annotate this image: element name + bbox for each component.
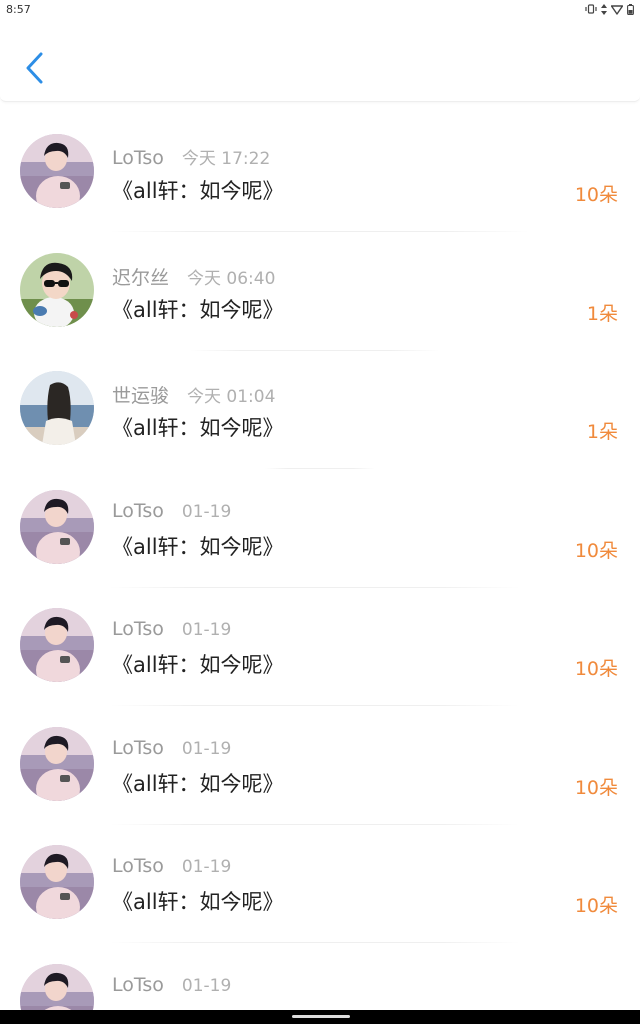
username[interactable]: LoTso [112,974,164,996]
work-title[interactable]: 《all轩：如今呢》 [112,531,284,561]
work-title[interactable]: 《all轩：如今呢》 [112,768,284,798]
username[interactable]: 迟尔丝 [112,263,169,290]
gift-amount: 10朵 [574,184,618,206]
status-icons [585,3,634,15]
gift-amount: 10朵 [574,539,618,562]
back-button[interactable] [18,48,52,88]
timestamp: 01-19 [181,857,232,877]
gift-amount: 1朵 [586,421,618,443]
work-title[interactable]: 《all轩：如今呢》 [112,649,284,679]
chevron-left-icon [26,52,43,84]
status-bar: 8:57 [0,0,640,20]
gift-record-row[interactable]: LoTso 今天 17:22 《all轩：如今呢》 10朵 [0,114,640,233]
gift-amount: 10朵 [574,776,618,799]
username[interactable]: LoTso [112,618,164,640]
record-meta: LoTso 01-19 [112,500,231,522]
data-transfer-icon [601,3,607,15]
wifi-icon [611,4,623,15]
gift-amount: 10朵 [574,895,618,917]
user-avatar[interactable] [20,845,94,919]
home-gesture-handle[interactable] [292,1015,350,1018]
username[interactable]: LoTso [112,737,164,759]
timestamp: 01-19 [181,501,232,522]
timestamp: 01-19 [181,975,232,996]
gift-record-row[interactable]: LoTso 01-19 《all轩：如今呢》 10朵 [0,470,640,589]
gift-amount: 10朵 [574,658,618,680]
timestamp: 01-19 [181,738,232,759]
record-meta: LoTso 01-19 [112,855,231,877]
username[interactable]: 世运骏 [112,381,169,408]
timestamp: 今天 01:04 [187,387,276,407]
work-title[interactable]: 《all轩：如今呢》 [112,886,284,916]
record-meta: LoTso 01-19 [112,737,231,759]
gift-record-row[interactable]: 世运骏 今天 01:04 《all轩：如今呢》 1朵 [0,351,640,470]
user-avatar[interactable] [20,726,94,801]
username[interactable]: LoTso [112,147,164,169]
timestamp: 今天 17:22 [181,149,271,169]
gift-record-row[interactable]: LoTso 01-19 《all轩：如今呢》 10朵 [0,707,640,826]
system-navigation-bar [0,1010,640,1024]
battery-icon [627,3,634,15]
vibrate-icon [585,4,597,14]
gift-record-list: LoTso 今天 17:22 《all轩：如今呢》 10朵 迟尔丝 今天 06:40 《a… [0,114,640,1024]
gift-amount: 1朵 [586,302,618,325]
record-meta: LoTso 今天 17:22 [112,144,270,169]
user-avatar[interactable] [20,608,94,682]
work-title[interactable]: 《all轩：如今呢》 [112,412,284,442]
work-title[interactable]: 《all轩：如今呢》 [112,175,284,205]
record-meta: 迟尔丝 今天 06:40 [112,263,275,290]
record-meta: LoTso 01-19 [112,618,231,640]
username[interactable]: LoTso [112,855,164,877]
timestamp: 今天 06:40 [187,268,276,289]
user-avatar[interactable] [20,134,94,208]
gift-record-row[interactable]: LoTso 01-19 《all轩：如今呢》 10朵 [0,825,640,944]
user-avatar[interactable] [20,371,94,445]
gift-record-row[interactable]: LoTso 01-19 《all轩：如今呢》 10朵 [0,588,640,707]
username[interactable]: LoTso [112,500,164,522]
gift-record-row[interactable]: 迟尔丝 今天 06:40 《all轩：如今呢》 1朵 [0,233,640,352]
timestamp: 01-19 [181,620,232,640]
record-meta: 世运骏 今天 01:04 [112,381,275,408]
work-title[interactable]: 《all轩：如今呢》 [112,294,284,324]
record-meta: LoTso 01-19 [112,974,231,996]
user-avatar[interactable] [20,489,94,564]
status-time: 8:57 [6,3,31,16]
user-avatar[interactable] [20,252,94,327]
gift-records-screen: 8:57 LoTso 今天 17:22 《all轩：如今呢》 10朵 迟尔丝 今… [0,0,640,1024]
